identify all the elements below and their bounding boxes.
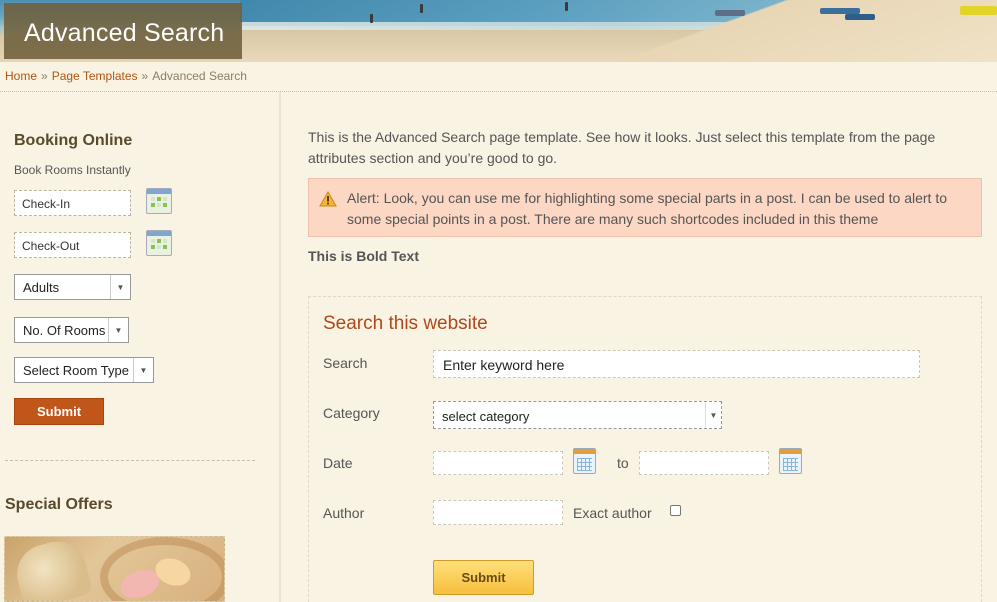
sidebar-divider (279, 92, 281, 602)
special-offers-title: Special Offers (5, 496, 113, 513)
beach-person (420, 4, 423, 13)
beach-person (565, 2, 568, 11)
category-label: Category (323, 405, 380, 421)
beach-chair (715, 10, 745, 16)
bold-text: This is Bold Text (308, 248, 419, 264)
search-form-box (308, 296, 982, 602)
beach-chair (845, 14, 875, 20)
booking-subtitle: Book Rooms Instantly (14, 163, 131, 177)
search-keyword-input[interactable]: Enter keyword here (433, 350, 920, 378)
date-label: Date (323, 455, 353, 471)
dropdown-arrow-icon: ▼ (108, 318, 128, 342)
intro-text: This is the Advanced Search page templat… (308, 129, 936, 166)
dropdown-arrow-icon: ▼ (110, 275, 130, 299)
room-type-select-value: Select Room Type (23, 363, 129, 378)
calendar-icon[interactable] (779, 448, 802, 474)
page-title-box: Advanced Search (4, 3, 242, 59)
special-offer-image[interactable] (4, 536, 225, 602)
dropdown-arrow-icon: ▼ (133, 358, 153, 382)
breadcrumb: Home» Page Templates» Advanced Search (5, 69, 247, 83)
alert-text: Alert: Look, you can use me for highligh… (347, 190, 948, 227)
adults-select-value: Adults (23, 280, 60, 295)
divider (0, 91, 997, 92)
calendar-icon[interactable] (573, 448, 596, 474)
date-to-input[interactable] (639, 451, 769, 475)
breadcrumb-current: Advanced Search (152, 69, 247, 83)
booking-title: Booking Online (14, 132, 133, 149)
check-out-input[interactable]: Check-Out (14, 232, 131, 258)
warning-icon (319, 191, 337, 207)
exact-author-label: Exact author (573, 505, 652, 521)
header-banner: Advanced Search (0, 0, 997, 62)
category-select[interactable]: select category ▼ (433, 401, 722, 429)
breadcrumb-home[interactable]: Home (5, 69, 37, 83)
check-in-input[interactable]: Check-In (14, 190, 131, 216)
room-type-select[interactable]: Select Room Type ▼ (14, 357, 154, 383)
breadcrumb-separator: » (141, 69, 149, 83)
beach-person (370, 14, 373, 23)
date-from-input[interactable] (433, 451, 563, 475)
rooms-select-value: No. Of Rooms (23, 323, 106, 338)
search-submit-button[interactable]: Submit (433, 560, 534, 595)
booking-submit-button[interactable]: Submit (14, 398, 104, 425)
author-label: Author (323, 505, 365, 521)
adults-select[interactable]: Adults ▼ (14, 274, 131, 300)
dropdown-arrow-icon: ▼ (705, 402, 721, 428)
author-input[interactable] (433, 500, 563, 525)
date-to-label: to (617, 455, 629, 471)
page-title: Advanced Search (24, 19, 225, 47)
banner-sand-right (620, 0, 997, 62)
search-form-title: Search this website (323, 313, 488, 334)
beach-float (960, 6, 997, 15)
breadcrumb-page-templates[interactable]: Page Templates (52, 69, 138, 83)
sidebar-separator (5, 460, 255, 461)
breadcrumb-separator: » (41, 69, 48, 83)
search-label: Search (323, 355, 368, 371)
alert-box: Alert: Look, you can use me for highligh… (308, 178, 982, 237)
category-select-value: select category (442, 409, 530, 424)
rooms-select[interactable]: No. Of Rooms ▼ (14, 317, 129, 343)
exact-author-checkbox[interactable] (670, 505, 681, 516)
calendar-icon[interactable] (146, 230, 172, 256)
calendar-icon[interactable] (146, 188, 172, 214)
